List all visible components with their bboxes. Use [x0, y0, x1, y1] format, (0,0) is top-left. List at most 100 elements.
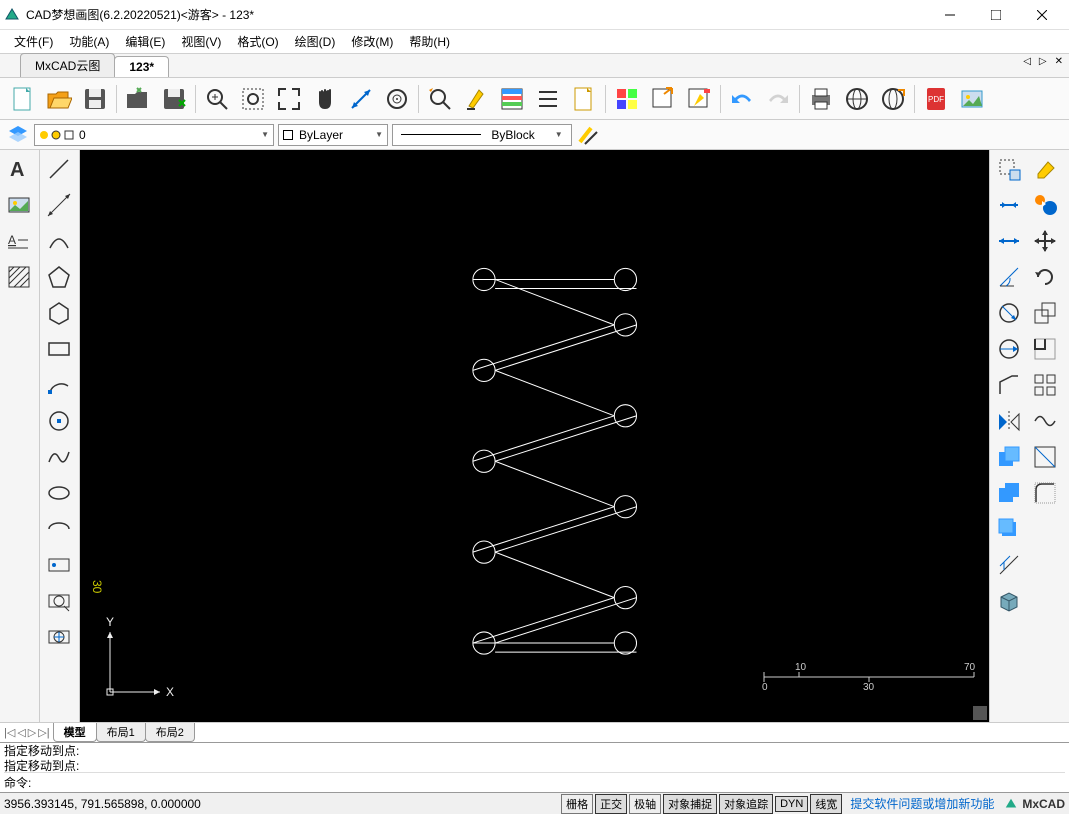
maximize-button[interactable]: [973, 0, 1019, 30]
menu-file[interactable]: 文件(F): [6, 31, 61, 52]
zoom-in-button[interactable]: [200, 82, 234, 116]
save-as-button[interactable]: [157, 82, 191, 116]
menu-view[interactable]: 视图(V): [173, 31, 229, 52]
tab-prev-icon[interactable]: ◁: [1021, 56, 1033, 67]
stretch-tool[interactable]: [992, 332, 1026, 366]
find-button[interactable]: [423, 82, 457, 116]
mtab-first-icon[interactable]: |◁: [4, 726, 15, 739]
menu-function[interactable]: 功能(A): [61, 31, 117, 52]
offset-tool[interactable]: [1028, 332, 1062, 366]
target-button[interactable]: [380, 82, 414, 116]
toggle-polar[interactable]: 极轴: [629, 794, 661, 814]
web-button[interactable]: [840, 82, 874, 116]
web-upload-button[interactable]: [876, 82, 910, 116]
erase-tool[interactable]: [1028, 152, 1062, 186]
drawing-canvas[interactable]: 30 X Y 10 70 0: [80, 150, 989, 722]
paint-button[interactable]: [682, 82, 716, 116]
insert-tool[interactable]: [42, 620, 76, 654]
scroll-corner[interactable]: [973, 706, 987, 720]
tab-close-icon[interactable]: ✕: [1053, 56, 1065, 67]
mirror2-tool[interactable]: [992, 404, 1026, 438]
move4-tool[interactable]: [1028, 224, 1062, 258]
highlight-button[interactable]: [459, 82, 493, 116]
circle-tool[interactable]: [42, 404, 76, 438]
ellipse-arc-tool[interactable]: [42, 512, 76, 546]
menu-help[interactable]: 帮助(H): [401, 31, 458, 52]
xline-tool[interactable]: [42, 188, 76, 222]
align-tool[interactable]: [992, 548, 1026, 582]
redo-button[interactable]: [761, 82, 795, 116]
menu-modify[interactable]: 修改(M): [343, 31, 401, 52]
spline-tool[interactable]: [42, 440, 76, 474]
select-tool[interactable]: [992, 152, 1026, 186]
scale-tool[interactable]: [1028, 296, 1062, 330]
fillet-tool[interactable]: [1028, 476, 1062, 510]
undo-button[interactable]: [725, 82, 759, 116]
rectangle-tool[interactable]: [42, 332, 76, 366]
arc2-tool[interactable]: [42, 368, 76, 402]
mtab-last-icon[interactable]: ▷|: [38, 726, 49, 739]
open-button[interactable]: [42, 82, 76, 116]
open-folder-button[interactable]: [121, 82, 155, 116]
chamfer-tool[interactable]: [992, 368, 1026, 402]
hatch-tool[interactable]: [2, 260, 36, 294]
line-tool[interactable]: [42, 152, 76, 186]
mtext-tool[interactable]: A: [2, 224, 36, 258]
color-palette-button[interactable]: [610, 82, 644, 116]
wave-tool[interactable]: [1028, 404, 1062, 438]
polygon2-tool[interactable]: [42, 296, 76, 330]
toggle-lwt[interactable]: 线宽: [810, 794, 842, 814]
copy2-tool[interactable]: [992, 476, 1026, 510]
toggle-osnap[interactable]: 对象捕捉: [663, 794, 717, 814]
list-button[interactable]: [531, 82, 565, 116]
rotate-dim-tool[interactable]: [992, 260, 1026, 294]
image-tool[interactable]: [2, 188, 36, 222]
block-tool[interactable]: [42, 584, 76, 618]
zoom-window-button[interactable]: [236, 82, 270, 116]
pdf-button[interactable]: PDF: [919, 82, 953, 116]
trim-tool[interactable]: [992, 188, 1026, 222]
tab-layout1[interactable]: 布局1: [96, 723, 146, 742]
tab-layout2[interactable]: 布局2: [145, 723, 195, 742]
toggle-dyn[interactable]: DYN: [775, 796, 808, 812]
explode-tool[interactable]: [992, 512, 1026, 546]
new-button[interactable]: [6, 82, 40, 116]
mtab-prev-icon[interactable]: ◁: [17, 726, 25, 739]
polygon-tool[interactable]: [42, 260, 76, 294]
tab-next-icon[interactable]: ▷: [1037, 56, 1049, 67]
menu-draw[interactable]: 绘图(D): [287, 31, 344, 52]
command-input[interactable]: [31, 775, 1065, 791]
image-button[interactable]: [955, 82, 989, 116]
3dcube-tool[interactable]: [992, 584, 1026, 618]
zoom-scale-button[interactable]: [344, 82, 378, 116]
layer-manager-icon[interactable]: [6, 123, 30, 147]
toggle-grid[interactable]: 栅格: [561, 794, 593, 814]
note-button[interactable]: [567, 82, 601, 116]
point-tool[interactable]: [42, 548, 76, 582]
minimize-button[interactable]: [927, 0, 973, 30]
save-button[interactable]: [78, 82, 112, 116]
mtab-next-icon[interactable]: ▷: [28, 726, 36, 739]
doc-tab-123[interactable]: 123*: [114, 56, 169, 77]
toggle-ortho[interactable]: 正交: [595, 794, 627, 814]
arc-tool[interactable]: [42, 224, 76, 258]
doc-tab-cloud[interactable]: MxCAD云图: [20, 53, 115, 77]
toggle-otrack[interactable]: 对象追踪: [719, 794, 773, 814]
move-tool[interactable]: [992, 224, 1026, 258]
menu-format[interactable]: 格式(O): [229, 31, 286, 52]
copy-tool[interactable]: [992, 440, 1026, 474]
layer-dropdown[interactable]: 0 ▼: [34, 124, 274, 146]
close-button[interactable]: [1019, 0, 1065, 30]
print-button[interactable]: [804, 82, 838, 116]
linetype-dropdown[interactable]: ByBlock ▼: [392, 124, 572, 146]
break-tool[interactable]: [1028, 440, 1062, 474]
export-button[interactable]: [646, 82, 680, 116]
ellipse-tool[interactable]: [42, 476, 76, 510]
tab-model[interactable]: 模型: [53, 723, 97, 742]
extend-tool[interactable]: [1028, 188, 1062, 222]
zoom-extents-button[interactable]: [272, 82, 306, 116]
array-tool[interactable]: [1028, 368, 1062, 402]
pan-button[interactable]: [308, 82, 342, 116]
rotate-tool[interactable]: [1028, 260, 1062, 294]
feedback-link[interactable]: 提交软件问题或增加新功能: [850, 795, 994, 812]
